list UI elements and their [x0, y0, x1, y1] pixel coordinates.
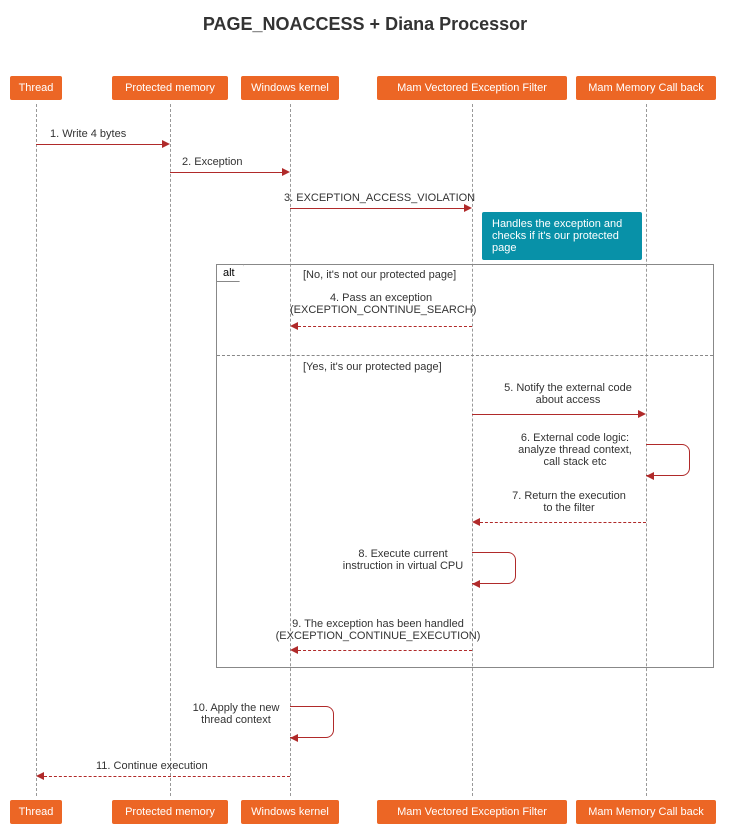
- msg-5-arrow: [472, 414, 638, 415]
- sequence-diagram: PAGE_NOACCESS + Diana Processor Thread P…: [0, 0, 730, 840]
- msg-11-head: [36, 772, 44, 780]
- participant-callback-top: Mam Memory Call back: [576, 76, 716, 100]
- msg-5-label: 5. Notify the external code about access: [488, 382, 648, 406]
- msg-10-head: [290, 734, 298, 742]
- alt-cond-yes: [Yes, it's our protected page]: [303, 361, 442, 373]
- diagram-title: PAGE_NOACCESS + Diana Processor: [0, 0, 730, 45]
- msg-7-head: [472, 518, 480, 526]
- participant-thread-top: Thread: [10, 76, 62, 100]
- msg-4-label: 4. Pass an exception (EXCEPTION_CONTINUE…: [290, 292, 472, 316]
- msg-8-label: 8. Execute current instruction in virtua…: [328, 548, 478, 572]
- msg-1-arrow: [36, 144, 162, 145]
- participant-callback-bottom: Mam Memory Call back: [576, 800, 716, 824]
- msg-11-label: 11. Continue execution: [96, 760, 208, 772]
- msg-6-head: [646, 472, 654, 480]
- msg-6-label: 6. External code logic: analyze thread c…: [500, 432, 650, 468]
- msg-4-head: [290, 322, 298, 330]
- participant-filter-top: Mam Vectored Exception Filter: [377, 76, 567, 100]
- msg-2-arrow: [170, 172, 282, 173]
- msg-3-head: [464, 204, 472, 212]
- msg-7-arrow: [480, 522, 646, 523]
- lifeline-memory: [170, 104, 171, 796]
- alt-cond-no: [No, it's not our protected page]: [303, 269, 456, 281]
- msg-7-label: 7. Return the execution to the filter: [494, 490, 644, 514]
- msg-1-head: [162, 140, 170, 148]
- msg-4-arrow: [298, 326, 472, 327]
- msg-2-label: 2. Exception: [182, 156, 243, 168]
- msg-2-head: [282, 168, 290, 176]
- msg-3-arrow: [290, 208, 464, 209]
- lifeline-thread: [36, 104, 37, 796]
- msg-8-head: [472, 580, 480, 588]
- msg-9-arrow: [298, 650, 472, 651]
- participant-memory-bottom: Protected memory: [112, 800, 228, 824]
- alt-tab: alt: [216, 264, 244, 282]
- msg-1-label: 1. Write 4 bytes: [50, 128, 126, 140]
- participant-filter-bottom: Mam Vectored Exception Filter: [377, 800, 567, 824]
- alt-divider: [217, 355, 713, 356]
- msg-9-head: [290, 646, 298, 654]
- msg-3-label: 3. EXCEPTION_ACCESS_VIOLATION: [284, 192, 475, 204]
- participant-memory-top: Protected memory: [112, 76, 228, 100]
- msg-10-label: 10. Apply the new thread context: [176, 702, 296, 726]
- participant-kernel-top: Windows kernel: [241, 76, 339, 100]
- note-text: Handles the exception and checks if it's…: [492, 218, 622, 254]
- msg-9-label: 9. The exception has been handled (EXCEP…: [268, 618, 488, 642]
- note-handle-exception: Handles the exception and checks if it's…: [482, 212, 642, 260]
- msg-5-head: [638, 410, 646, 418]
- participant-thread-bottom: Thread: [10, 800, 62, 824]
- participant-kernel-bottom: Windows kernel: [241, 800, 339, 824]
- msg-11-arrow: [44, 776, 290, 777]
